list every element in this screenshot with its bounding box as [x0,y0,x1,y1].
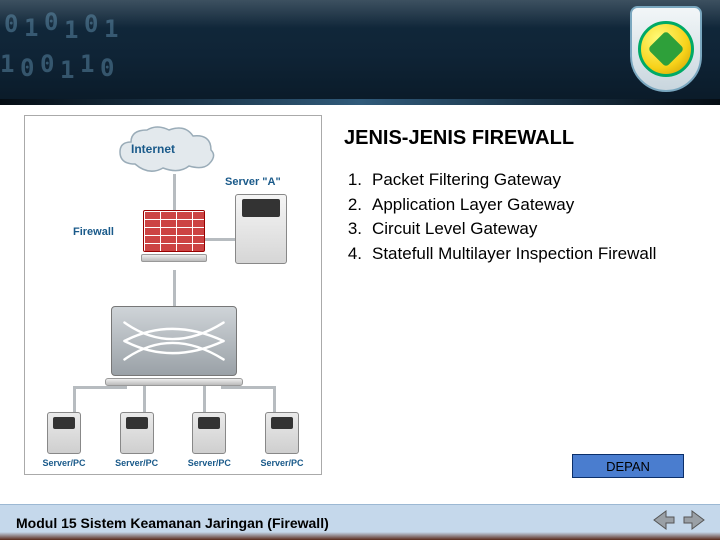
wire [143,386,146,414]
firewall-label: Firewall [73,226,114,238]
pc-icon [120,412,154,454]
wire [205,238,235,241]
next-button[interactable] [682,509,706,531]
wire [221,386,275,389]
list-item: 3. Circuit Level Gateway [344,217,698,242]
header-divider [0,99,720,105]
diagram-column: Internet Firewall Server "A" [0,105,340,504]
logo-icon [638,21,694,77]
text-column: JENIS-JENIS FIREWALL 1. Packet Filtering … [340,105,720,504]
list-item: 2. Application Layer Gateway [344,193,698,218]
list-text: Application Layer Gateway [372,193,574,218]
list-num: 4. [344,242,362,267]
pc-label: Server/PC [42,458,85,468]
footer-edge [0,532,720,540]
nav-controls [652,509,706,531]
depan-button[interactable]: DEPAN [572,454,684,478]
switch-icon [111,306,237,376]
list-num: 2. [344,193,362,218]
server-a-icon [235,194,287,264]
pc-item: Server/PC [182,412,236,468]
pc-icon [192,412,226,454]
network-diagram: Internet Firewall Server "A" [24,115,322,475]
wire [173,174,176,210]
binary-decoration: 0101 01 100 110 [0,10,260,85]
wire [73,386,76,414]
list-item: 4. Statefull Multilayer Inspection Firewa… [344,242,698,267]
switch-base [105,378,243,386]
pc-icon [265,412,299,454]
wire [73,386,127,389]
internet-label: Internet [131,142,175,156]
pc-label: Server/PC [115,458,158,468]
slide-header: 0101 01 100 110 [0,0,720,105]
list-text: Circuit Level Gateway [372,217,537,242]
slide-footer: Modul 15 Sistem Keamanan Jaringan (Firew… [0,504,720,540]
list-num: 3. [344,217,362,242]
list-num: 1. [344,168,362,193]
content-area: Internet Firewall Server "A" [0,105,720,504]
pc-icon [47,412,81,454]
pc-item: Server/PC [37,412,91,468]
slide-title: JENIS-JENIS FIREWALL [344,127,698,150]
server-a-label: Server "A" [225,176,281,188]
logo-badge [630,6,702,92]
firewall-icon [143,210,205,270]
firewall-types-list: 1. Packet Filtering Gateway 2. Application… [344,168,698,267]
slide: 0101 01 100 110 Internet Firewall [0,0,720,540]
wire [273,386,276,414]
wire [203,386,206,414]
pc-item: Server/PC [110,412,164,468]
prev-button[interactable] [652,509,676,531]
pc-label: Server/PC [260,458,303,468]
list-text: Packet Filtering Gateway [372,168,561,193]
list-item: 1. Packet Filtering Gateway [344,168,698,193]
footer-text: Modul 15 Sistem Keamanan Jaringan (Firew… [16,515,329,531]
pc-row: Server/PC Server/PC Server/PC Server/PC [37,412,309,468]
pc-item: Server/PC [255,412,309,468]
pc-label: Server/PC [188,458,231,468]
wire [173,270,176,306]
list-text: Statefull Multilayer Inspection Firewall [372,242,656,267]
